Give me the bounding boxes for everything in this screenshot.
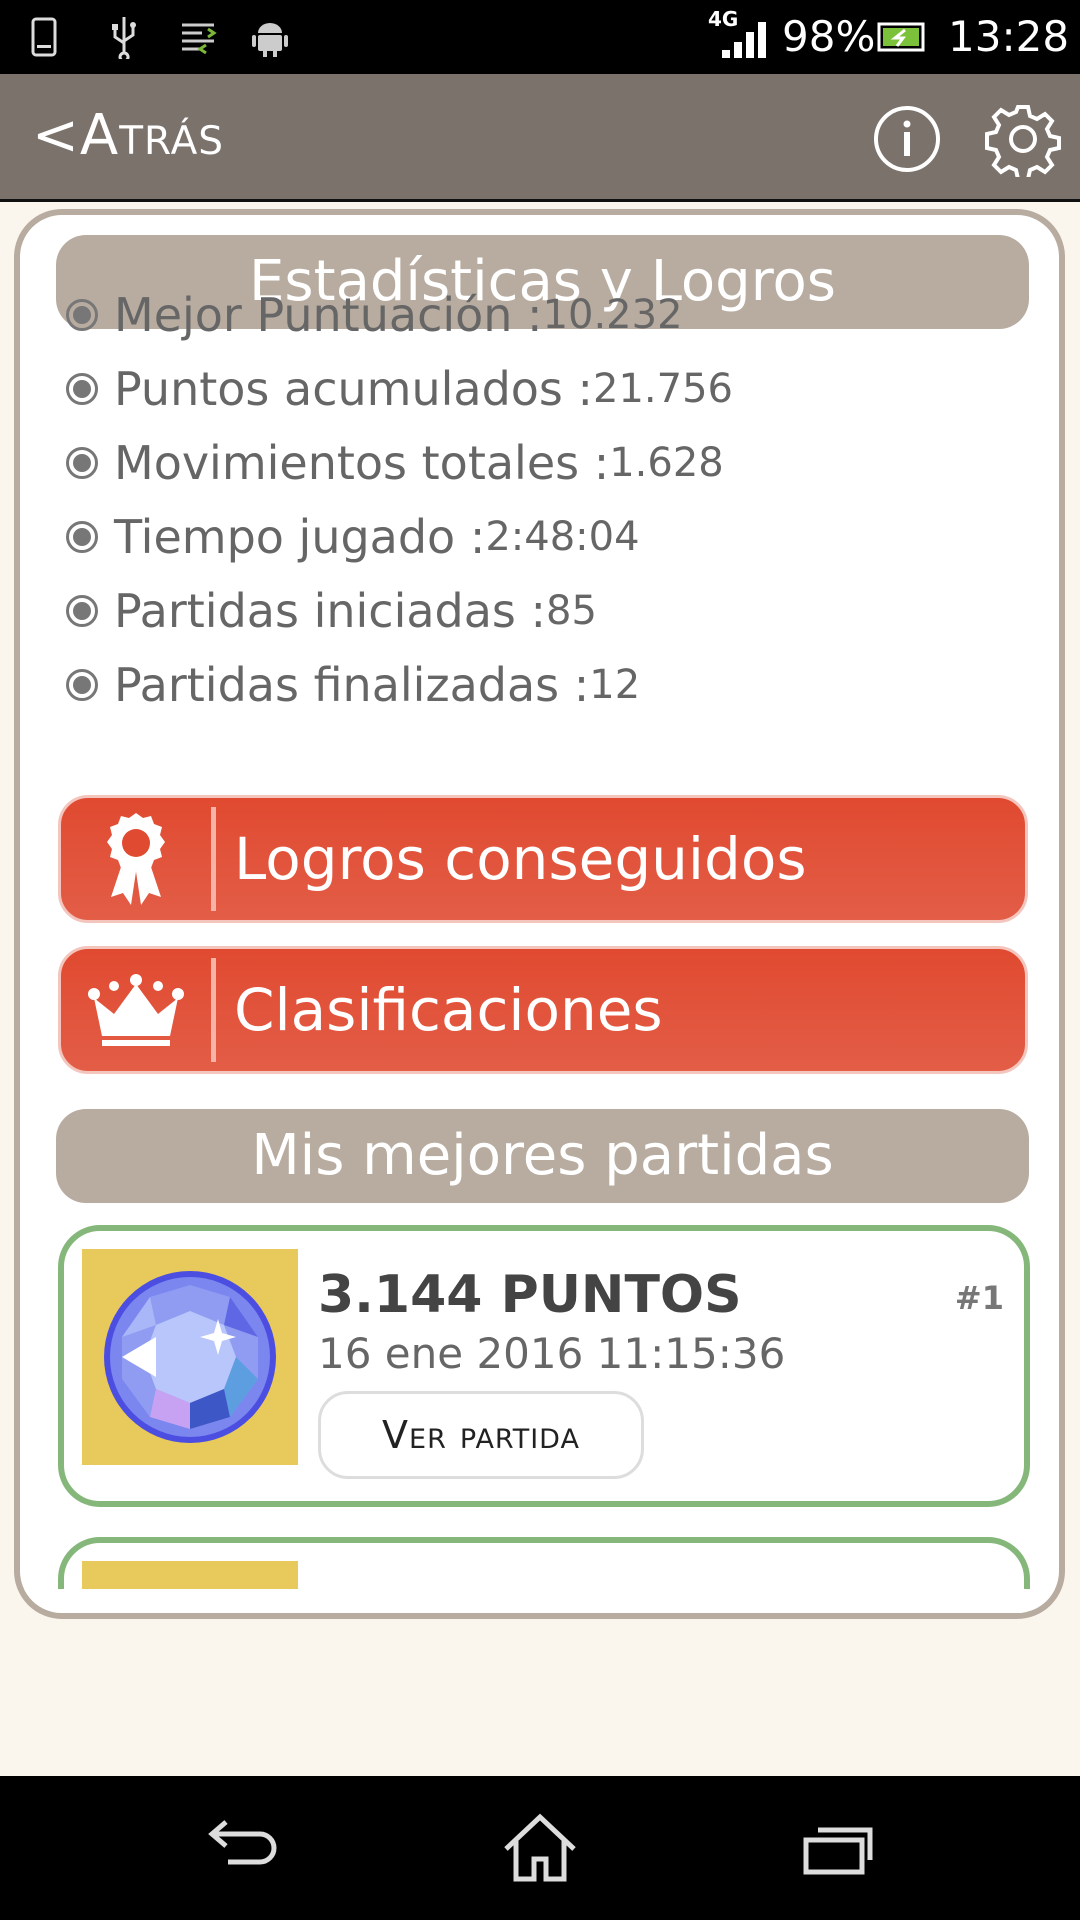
game-rank: #1 [954,1279,1004,1317]
award-ribbon-icon [61,798,211,920]
rankings-label: Clasificaciones [234,976,663,1044]
stat-label: Mejor Puntuación : [114,288,543,342]
stat-label: Partidas finalizadas : [114,658,590,712]
settings-button[interactable] [982,98,1064,180]
view-game-button[interactable]: Ver partida [318,1391,644,1479]
achievements-button[interactable]: Logros conseguidos [58,795,1028,923]
achievements-label: Logros conseguidos [234,825,807,893]
stat-value: 21.756 [593,366,733,412]
stats-card: Estadísticas y Logros Mejor Puntuación :… [14,209,1065,1619]
gear-icon [985,105,1061,177]
back-button[interactable]: <Atrás [32,100,224,172]
home-nav-button[interactable] [492,1810,588,1886]
stat-total-moves: Movimientos totales : 1.628 [66,433,724,493]
usb-icon [104,14,144,60]
stat-games-started: Partidas iniciadas : 85 [66,581,597,641]
battery-icon [876,14,926,60]
best-games-header: Mis mejores partidas [56,1109,1029,1203]
gem-icon [104,1271,276,1443]
info-icon [874,106,940,172]
stat-games-finished: Partidas finalizadas : 12 [66,655,640,715]
bullet-icon [66,373,98,405]
info-button[interactable] [866,98,948,180]
stat-label: Tiempo jugado : [114,510,486,564]
home-icon [504,1813,576,1882]
stat-value: 1.628 [609,440,724,486]
bullet-icon [66,595,98,627]
clock: 13:28 [948,12,1070,61]
android-icon [246,14,294,60]
game-date: 16 ene 2016 11:15:36 [318,1329,786,1378]
battery-percent: 98% [782,12,876,61]
scroll-clip [20,1589,1059,1613]
stat-label: Movimientos totales : [114,436,610,490]
stat-value: 2:48:04 [485,514,640,560]
phone-icon [24,14,64,60]
back-nav-button[interactable] [194,1810,290,1886]
app-bar: <Atrás [0,74,1080,202]
stat-label: Partidas iniciadas : [114,584,547,638]
crown-icon [61,949,211,1071]
bullet-icon [66,521,98,553]
data-transfer-icon [176,14,220,60]
stat-value: 10.232 [542,292,683,338]
stat-label: Puntos acumulados : [114,362,594,416]
best-game-card: 3.144 PUNTOS 16 ene 2016 11:15:36 #1 Ver… [58,1225,1030,1507]
stat-time-played: Tiempo jugado : 2:48:04 [66,507,640,567]
network-type: 4G [708,7,739,31]
recent-apps-icon [803,1827,873,1875]
back-arrow-icon [208,1820,277,1865]
rankings-button[interactable]: Clasificaciones [58,946,1028,1074]
recents-nav-button[interactable] [790,1810,886,1886]
stat-value: 85 [546,588,597,634]
navigation-bar [0,1776,1080,1920]
game-thumbnail [82,1249,298,1465]
bullet-icon [66,669,98,701]
stat-value: 12 [589,662,641,708]
stat-total-points: Puntos acumulados : 21.756 [66,359,733,419]
bullet-icon [66,299,98,331]
game-points: 3.144 PUNTOS [318,1265,742,1325]
status-bar: 4G 98% 13:28 [0,0,1080,74]
stat-best-score: Mejor Puntuación : 10.232 [66,285,683,345]
bullet-icon [66,447,98,479]
